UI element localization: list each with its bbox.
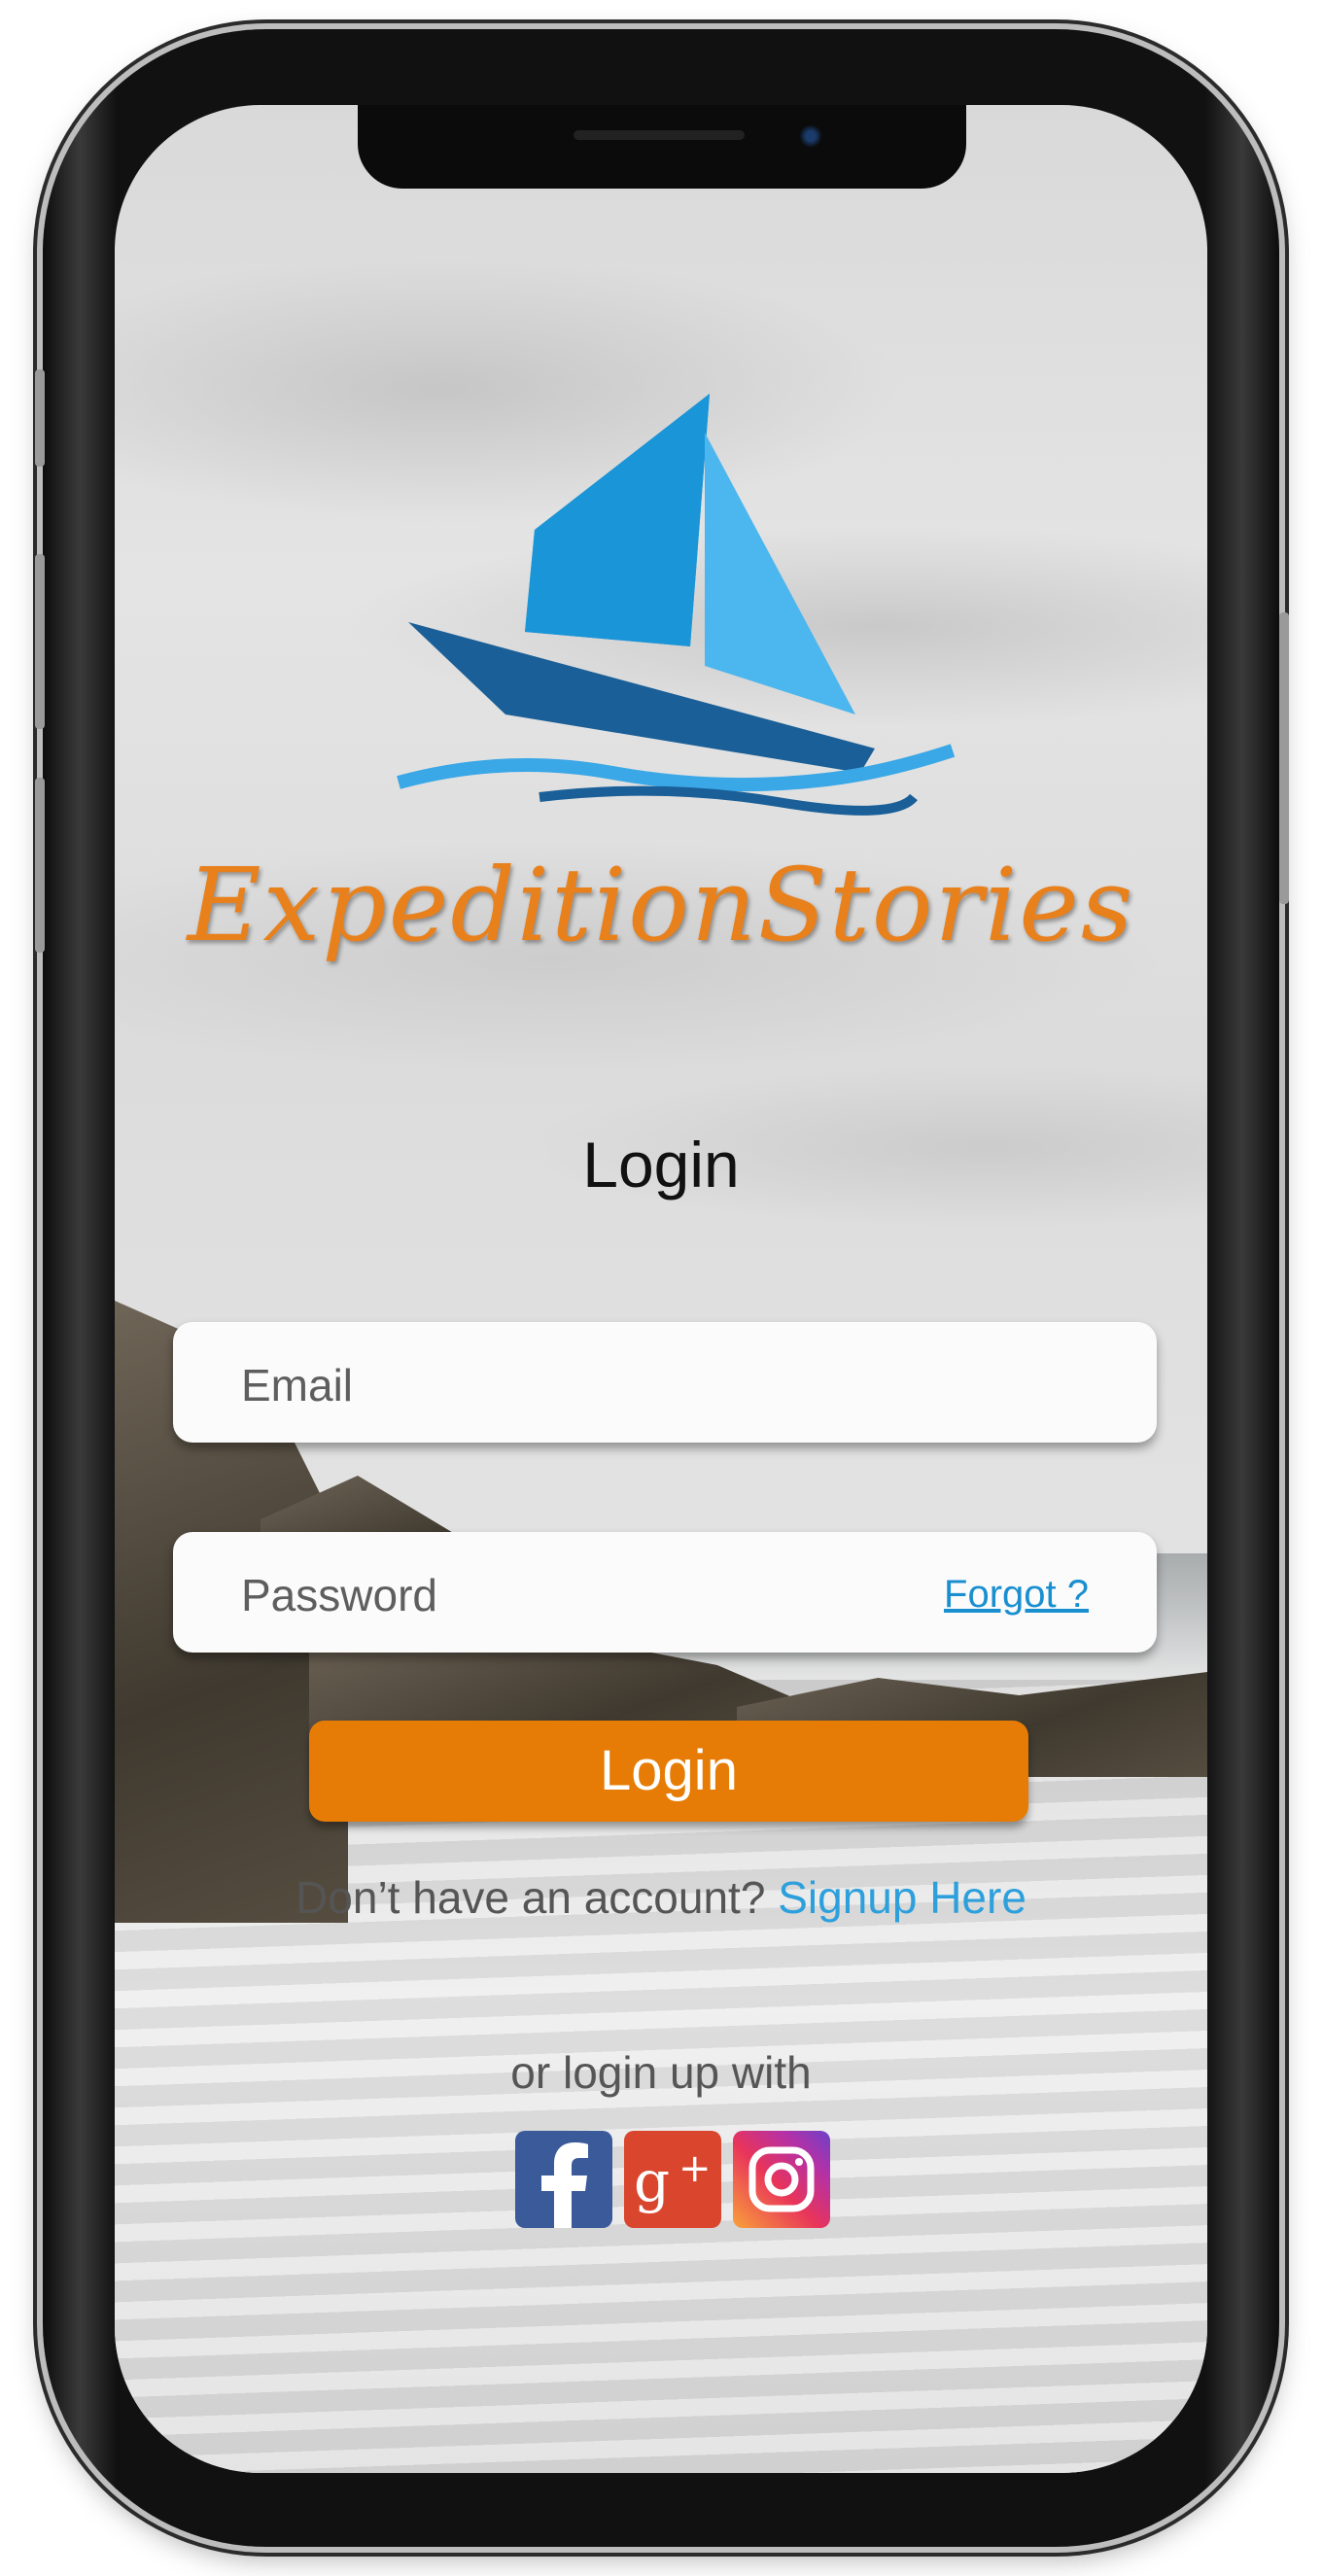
email-placeholder: Email xyxy=(241,1360,354,1410)
password-field[interactable]: Password Forgot ? xyxy=(173,1532,1157,1653)
social-login-heading: or login up with xyxy=(510,2047,812,2098)
phone-notch xyxy=(358,105,966,189)
sailboat-logo-icon xyxy=(397,394,956,816)
phone-camera xyxy=(799,124,822,148)
signup-link[interactable]: Signup Here xyxy=(778,1872,1026,1923)
google-plus-icon[interactable]: g + xyxy=(624,2131,721,2228)
svg-text:g: g xyxy=(634,2148,670,2214)
login-title: Login xyxy=(582,1129,740,1201)
password-placeholder: Password xyxy=(241,1570,437,1620)
phone-side-button xyxy=(35,369,45,467)
signup-prompt: Don’t have an account? Signup Here xyxy=(0,1871,1322,1924)
brand-name: ExpeditionStories xyxy=(187,846,1135,964)
signup-prompt-text: Don’t have an account? xyxy=(296,1872,766,1923)
login-button[interactable]: Login xyxy=(309,1721,1028,1822)
forgot-password-link[interactable]: Forgot ? xyxy=(944,1573,1089,1617)
svg-text:+: + xyxy=(678,2146,712,2191)
instagram-icon[interactable] xyxy=(733,2131,830,2228)
phone-speaker xyxy=(574,130,745,140)
facebook-icon[interactable] xyxy=(515,2131,612,2228)
email-field[interactable]: Email xyxy=(173,1322,1157,1443)
phone-side-button xyxy=(35,554,45,729)
